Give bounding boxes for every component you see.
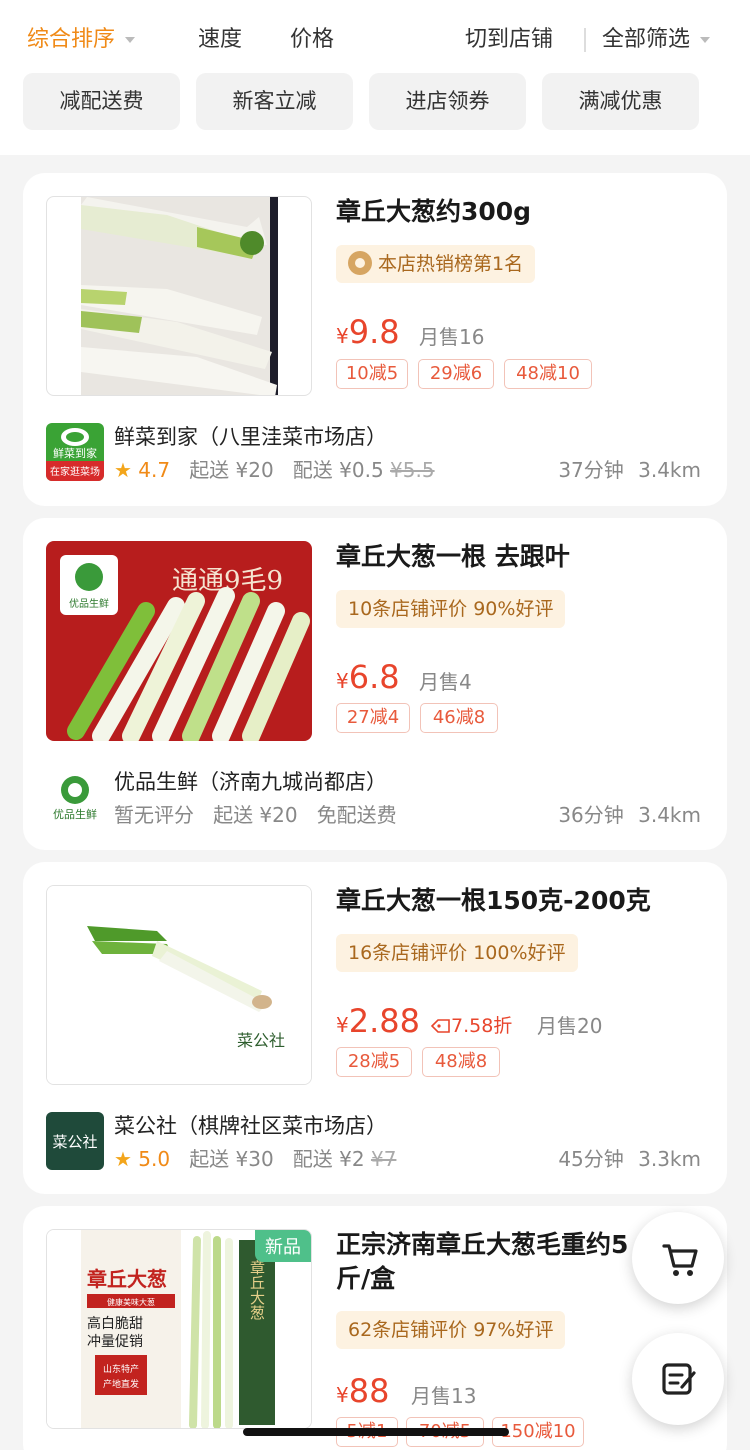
chip-full-discount[interactable]: 满减优惠 [542, 73, 699, 130]
product-card[interactable]: 章丘大葱 健康美味大葱 高白脆甜 冲量促销 山东特产 产地直发 章丘大葱 新品 … [23, 1206, 727, 1450]
medal-icon [348, 251, 372, 275]
shop-meta: ★ 4.7 起送 ¥20 配送 ¥0.5 ¥5.5 [114, 458, 435, 482]
chip-coupon[interactable]: 进店领券 [369, 73, 526, 130]
new-product-tag: 新品 [255, 1230, 311, 1262]
star-icon: ★ [114, 458, 132, 482]
price: ¥9.8 [336, 313, 400, 351]
sort-comprehensive[interactable]: 综合排序 [27, 22, 136, 58]
home-indicator[interactable] [243, 1428, 509, 1436]
star-icon: ★ [114, 1147, 132, 1171]
delivery-time-distance: 36分钟 3.4km [558, 803, 701, 827]
promo-tag: 28减5 [336, 1047, 412, 1077]
image-text: 高白脆甜 [87, 1315, 143, 1332]
logo-text: 鲜菜到家 [53, 446, 97, 460]
promo-tag: 27减4 [336, 703, 410, 733]
price: ¥88 [336, 1372, 390, 1410]
image-logo-text: 优品生鲜 [69, 597, 109, 610]
promo-tag: 29减6 [418, 359, 494, 389]
shop-name[interactable]: 鲜菜到家（八里洼菜市场店） [114, 421, 387, 451]
switch-to-shop[interactable]: 切到店铺 [465, 22, 553, 58]
shop-logo[interactable]: 优品生鲜 [46, 768, 104, 826]
shop-logo-graphic: 鲜菜到家 在家逛菜场 [46, 423, 104, 481]
monthly-sales: 月售13 [411, 1384, 477, 1408]
monthly-sales: 月售16 [419, 325, 485, 349]
leek-photo [81, 197, 278, 395]
product-image[interactable] [46, 196, 312, 396]
filter-header: 综合排序 速度 价格 切到店铺 全部筛选 减配送费 新客立减 进店领券 满减优惠 [0, 0, 750, 155]
divider [584, 28, 586, 52]
edit-icon [662, 1363, 696, 1395]
tag-icon [430, 1019, 450, 1033]
product-title[interactable]: 章丘大葱约300g [336, 195, 696, 229]
shop-meta: ★ 5.0 起送 ¥30 配送 ¥2 ¥7 [114, 1147, 397, 1171]
image-text: 菜公社 [237, 1031, 285, 1050]
image-text: 章丘大葱 [87, 1267, 167, 1291]
shop-meta: 暂无评分 起送 ¥20 免配送费 [114, 803, 397, 827]
cart-icon [662, 1244, 698, 1276]
chip-new-customer[interactable]: 新客立减 [196, 73, 353, 130]
promo-tag: 48减10 [504, 359, 592, 389]
logo-text: 优品生鲜 [53, 807, 97, 821]
sort-row: 综合排序 速度 价格 切到店铺 全部筛选 [0, 22, 750, 58]
logo-text: 菜公社 [52, 1133, 97, 1151]
review-badge: 10条店铺评价 90%好评 [336, 590, 566, 628]
product-image[interactable]: 章丘大葱 健康美味大葱 高白脆甜 冲量促销 山东特产 产地直发 章丘大葱 新品 [46, 1229, 312, 1429]
product-image[interactable]: 菜公社 [46, 885, 312, 1085]
product-title[interactable]: 正宗济南章丘大葱毛重约5斤/盒 [336, 1228, 636, 1296]
cart-button[interactable] [632, 1212, 724, 1304]
price: ¥2.88 [336, 1002, 420, 1040]
leek-photo: 优品生鲜 通通9毛9 [46, 541, 312, 741]
delivery-time-distance: 45分钟 3.3km [558, 1147, 701, 1171]
sort-price[interactable]: 价格 [290, 22, 334, 58]
chevron-down-icon [700, 37, 711, 43]
promo-tag: 46减8 [420, 703, 498, 733]
product-title[interactable]: 章丘大葱一根150克-200克 [336, 884, 696, 918]
shop-logo[interactable]: 菜公社 [46, 1112, 104, 1170]
product-image[interactable]: 优品生鲜 通通9毛9 [46, 541, 312, 741]
product-card[interactable]: 优品生鲜 通通9毛9 章丘大葱一根 去跟叶 10条店铺评价 90%好评 ¥6.8… [23, 518, 727, 850]
product-card[interactable]: 菜公社 章丘大葱一根150克-200克 16条店铺评价 100%好评 ¥2.88… [23, 862, 727, 1194]
image-text: 产地直发 [103, 1378, 139, 1390]
review-badge: 62条店铺评价 97%好评 [336, 1311, 566, 1349]
leek-photo: 菜公社 [47, 886, 311, 1084]
chevron-down-icon [125, 37, 136, 43]
image-text: 冲量促销 [87, 1334, 143, 1350]
edit-button[interactable] [632, 1333, 724, 1425]
chip-reduce-delivery[interactable]: 减配送费 [23, 73, 180, 130]
product-title[interactable]: 章丘大葱一根 去跟叶 [336, 540, 696, 574]
promo-tag: 10减5 [336, 359, 408, 389]
shop-name[interactable]: 优品生鲜（济南九城尚都店） [114, 766, 387, 796]
review-badge: 16条店铺评价 100%好评 [336, 934, 578, 972]
price: ¥6.8 [336, 658, 400, 696]
shop-logo[interactable]: 鲜菜到家 在家逛菜场 [46, 423, 104, 481]
all-filters[interactable]: 全部筛选 [602, 22, 711, 58]
monthly-sales: 月售20 [537, 1014, 603, 1038]
logo-text: 在家逛菜场 [50, 465, 100, 478]
sort-speed[interactable]: 速度 [198, 22, 242, 58]
promo-tag: 48减8 [422, 1047, 500, 1077]
shop-name[interactable]: 菜公社（棋牌社区菜市场店） [114, 1110, 387, 1140]
delivery-time-distance: 37分钟 3.4km [558, 458, 701, 482]
box-text: 章丘大葱 [248, 1259, 266, 1320]
shop-logo-graphic: 优品生鲜 [46, 768, 104, 826]
monthly-sales: 月售4 [419, 670, 472, 694]
image-text: 健康美味大葱 [107, 1297, 155, 1307]
product-card[interactable]: 章丘大葱约300g 本店热销榜第1名 ¥9.8 月售16 10减5 29减6 4… [23, 173, 727, 506]
shop-logo-graphic: 菜公社 [46, 1112, 104, 1170]
discount-label: 7.58折 [430, 1011, 512, 1038]
hot-rank-badge: 本店热销榜第1名 [336, 245, 536, 283]
image-text: 山东特产 [103, 1363, 139, 1375]
